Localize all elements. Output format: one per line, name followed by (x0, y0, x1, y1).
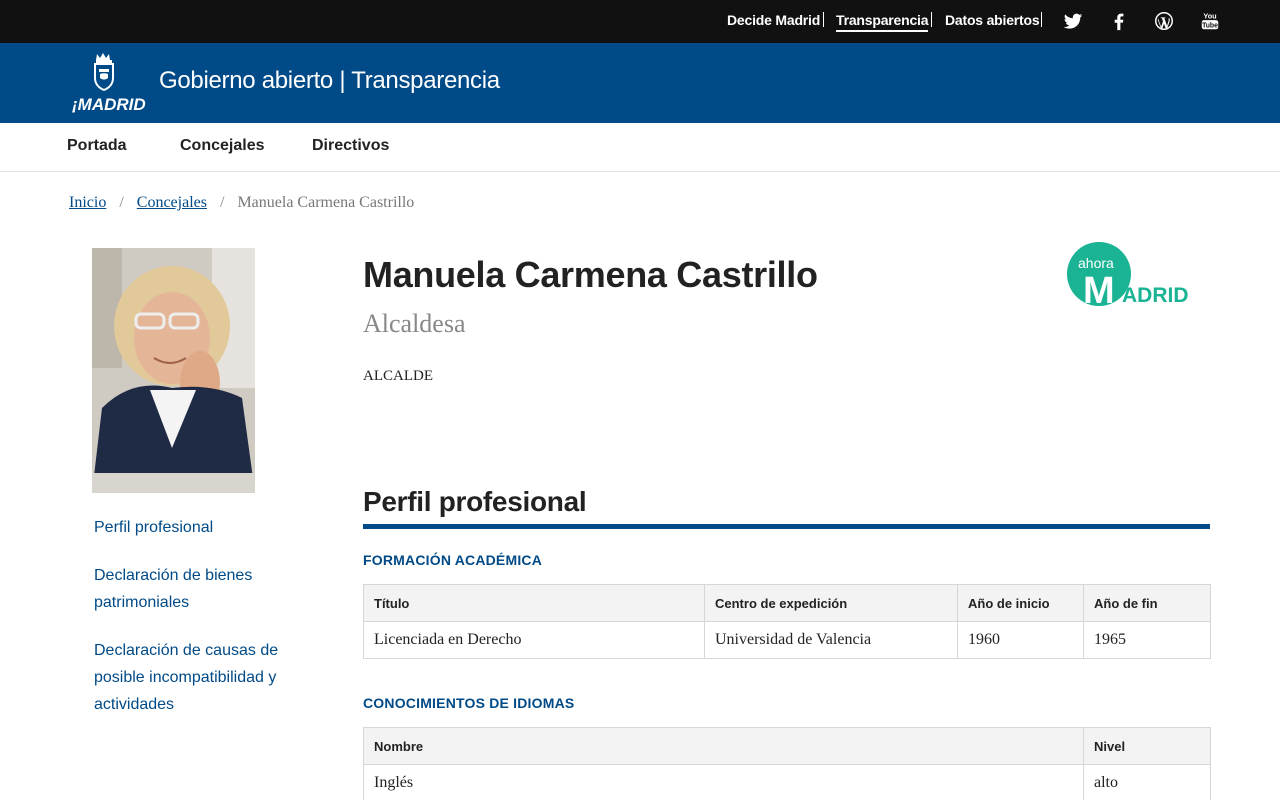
formacion-heading: FORMACIÓN ACADÉMICA (363, 552, 543, 568)
column-header-ano-inicio: Año de inicio (957, 584, 1084, 622)
youtube-icon[interactable]: You Tube (1199, 10, 1221, 32)
table-cell: Universidad de Valencia (704, 621, 958, 659)
table-cell: Inglés (363, 764, 1084, 800)
svg-text:You: You (1203, 11, 1216, 20)
sidenav-link-perfil-profesional[interactable]: Perfil profesional (94, 514, 304, 541)
breadcrumb: Inicio / Concejales / Manuela Carmena Castri… (69, 194, 414, 212)
madrid-logo[interactable]: ¡MADRID! (70, 49, 146, 117)
breadcrumb-separator: / (219, 194, 225, 211)
ahora-madrid-logo: ahora M ADRID (1066, 241, 1206, 309)
profile-name: Manuela Carmena Castrillo (363, 254, 818, 295)
topbar-separator (1041, 12, 1042, 27)
column-header-nivel: Nivel (1083, 727, 1211, 765)
column-header-nombre: Nombre (363, 727, 1084, 765)
topbar-link-transparencia[interactable]: Transparencia (836, 12, 929, 32)
sidenav-link-declaracion-incompatibilidad[interactable]: Declaración de causas de posible incompa… (94, 637, 304, 718)
breadcrumb-current: Manuela Carmena Castrillo (237, 194, 415, 211)
table-cell: 1960 (957, 621, 1084, 659)
main-nav: Portada Concejales Directivos (0, 123, 1280, 172)
svg-text:Tube: Tube (1202, 22, 1218, 29)
sidenav-link-declaracion-bienes[interactable]: Declaración de bienes patrimoniales (94, 562, 304, 616)
facebook-icon[interactable] (1108, 10, 1130, 32)
twitter-icon[interactable] (1062, 10, 1084, 32)
wordpress-icon[interactable] (1153, 10, 1175, 32)
section-divider (363, 524, 1210, 529)
idiomas-table: Nombre Nivel Inglés alto (363, 727, 1211, 800)
column-header-titulo: Título (363, 584, 705, 622)
nav-item-directivos[interactable]: Directivos (312, 137, 389, 155)
party-logo-rest-text: ADRID (1122, 284, 1189, 307)
table-row: Licenciada en Derecho Universidad de Val… (363, 621, 1211, 659)
profile-role: Alcaldesa (363, 309, 466, 338)
column-header-ano-fin: Año de fin (1083, 584, 1211, 622)
topbar-separator (931, 12, 932, 27)
nav-item-portada[interactable]: Portada (67, 137, 127, 155)
madrid-logo-text: ¡MADRID! (72, 95, 146, 114)
site-header: ¡MADRID! Gobierno abierto | Transparenci… (0, 43, 1280, 123)
party-logo-big-letter: M (1083, 270, 1115, 309)
table-cell: 1965 (1083, 621, 1211, 659)
breadcrumb-separator: / (119, 194, 124, 211)
top-utility-bar: Decide Madrid Transparencia Datos abiert… (0, 0, 1280, 43)
site-title[interactable]: Gobierno abierto | Transparencia (159, 67, 500, 95)
profile-side-nav: Perfil profesional Declaración de bienes… (94, 514, 304, 739)
formacion-table: Título Centro de expedición Año de inici… (363, 584, 1211, 659)
table-cell: alto (1083, 764, 1211, 800)
nav-item-concejales[interactable]: Concejales (180, 137, 264, 155)
breadcrumb-link-inicio[interactable]: Inicio (69, 194, 106, 211)
topbar-separator (823, 12, 824, 27)
section-title: Perfil profesional (363, 486, 587, 517)
topbar-link-decide-madrid[interactable]: Decide Madrid (727, 12, 820, 32)
profile-photo (92, 248, 255, 493)
party-logo-small-text: ahora (1078, 255, 1114, 271)
column-header-centro: Centro de expedición (704, 584, 958, 622)
table-row: Inglés alto (363, 764, 1211, 800)
topbar-link-datos-abiertos[interactable]: Datos abiertos (945, 12, 1040, 32)
profile-position: ALCALDE (363, 368, 433, 384)
idiomas-heading: CONOCIMIENTOS DE IDIOMAS (363, 695, 575, 711)
table-header-row: Nombre Nivel (363, 727, 1211, 765)
table-cell: Licenciada en Derecho (363, 621, 705, 659)
breadcrumb-link-concejales[interactable]: Concejales (137, 194, 207, 211)
table-header-row: Título Centro de expedición Año de inici… (363, 584, 1211, 622)
